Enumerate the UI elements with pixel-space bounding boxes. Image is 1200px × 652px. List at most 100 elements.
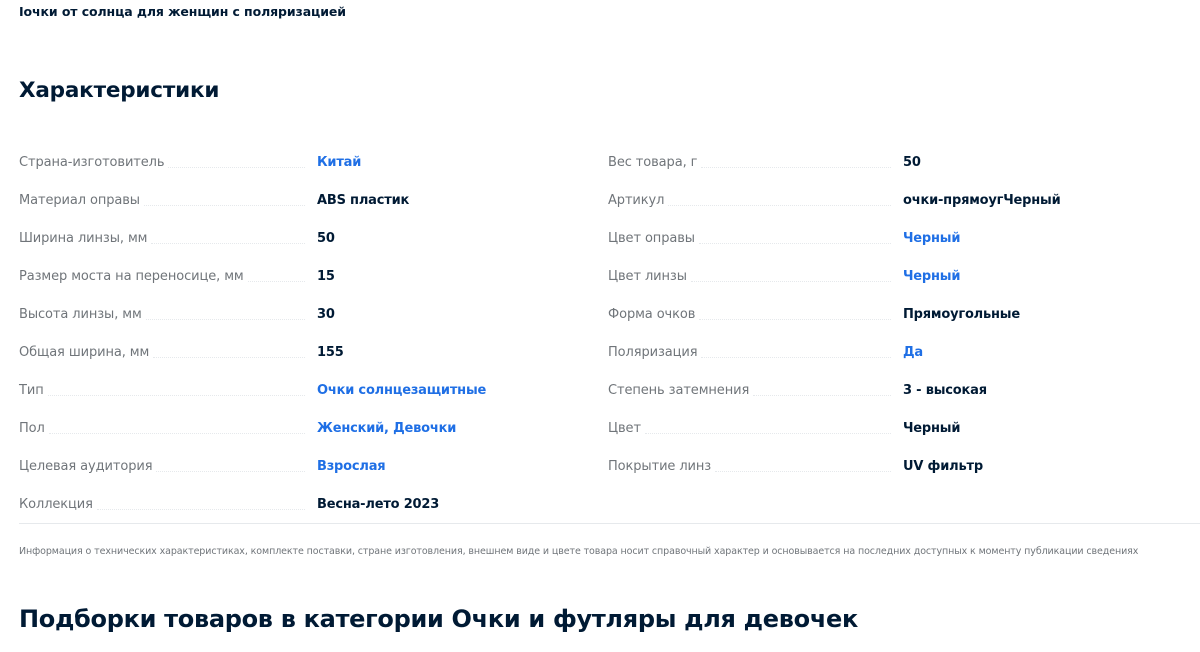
dotted-leader [701,357,891,358]
spec-value: очки-прямоугЧерный [903,193,1061,208]
spec-label: Материал оправы [19,193,140,208]
spec-row: Коллекция Весна-лето 2023 [19,475,584,513]
spec-label: Покрытие линз [608,459,712,474]
spec-row: Материал оправы ABS пластик [19,171,584,209]
spec-label: Вес товара, г [608,155,698,170]
divider [19,523,1200,524]
product-title: Iочки от солнца для женщин с поляризацие… [19,4,346,19]
spec-label: Коллекция [19,497,93,512]
spec-key: Страна-изготовитель [19,155,317,171]
spec-key: Форма очков [608,307,903,323]
spec-key: Общая ширина, мм [19,345,317,361]
spec-label: Поляризация [608,345,698,360]
characteristics-left-column: Страна-изготовитель Китай Материал оправы A… [19,133,584,513]
spec-value: ABS пластик [317,193,410,208]
characteristics-heading: Характеристики [19,78,220,103]
spec-row: Степень затемнения 3 - высокая [608,361,1200,399]
spec-value: 15 [317,269,335,284]
spec-value: 50 [903,155,921,170]
spec-row: Высота линзы, мм 30 [19,285,584,323]
spec-label: Степень затемнения [608,383,750,398]
spec-value-link[interactable]: Китай [317,155,361,171]
spec-key: Размер моста на переносице, мм [19,269,317,285]
spec-value: UV фильтр [903,459,983,474]
spec-label: Высота линзы, мм [19,307,142,322]
spec-value-link[interactable]: Черный [903,231,960,247]
dotted-leader [753,395,891,396]
spec-row: Цвет линзы Черный [608,247,1200,285]
dotted-leader [96,509,305,510]
spec-label: Целевая аудитория [19,459,153,474]
spec-value: Черный [903,421,961,436]
spec-key: Целевая аудитория [19,459,317,475]
spec-key: Покрытие линз [608,459,903,475]
dotted-leader [151,243,305,244]
spec-row: Пол Женский, Девочки [19,399,584,437]
dotted-leader [715,471,891,472]
spec-value-link[interactable]: Очки солнцезащитные [317,383,486,399]
dotted-leader [145,319,305,320]
spec-key: Артикул [608,193,903,209]
dotted-leader [143,205,305,206]
spec-row: Целевая аудитория Взрослая [19,437,584,475]
spec-key: Цвет [608,421,903,437]
spec-row: Общая ширина, мм 155 [19,323,584,361]
spec-label: Цвет оправы [608,231,695,246]
spec-key: Цвет линзы [608,269,903,285]
spec-row: Цвет оправы Черный [608,209,1200,247]
spec-key: Пол [19,421,317,437]
spec-row: Артикул очки-прямоугЧерный [608,171,1200,209]
spec-label: Тип [19,383,44,398]
spec-label: Общая ширина, мм [19,345,150,360]
dotted-leader [699,319,891,320]
spec-key: Поляризация [608,345,903,361]
spec-label: Форма очков [608,307,696,322]
spec-row: Вес товара, г 50 [608,133,1200,171]
dotted-leader [168,167,305,168]
dotted-leader [153,357,305,358]
spec-label: Цвет [608,421,641,436]
spec-row: Поляризация Да [608,323,1200,361]
spec-key: Тип [19,383,317,399]
spec-row: Ширина линзы, мм 50 [19,209,584,247]
spec-value: 3 - высокая [903,383,987,398]
spec-label: Пол [19,421,45,436]
spec-key: Цвет оправы [608,231,903,247]
dotted-leader [247,281,305,282]
spec-key: Коллекция [19,497,317,513]
spec-row: Цвет Черный [608,399,1200,437]
spec-label: Размер моста на переносице, мм [19,269,244,284]
dotted-leader [701,167,891,168]
spec-key: Материал оправы [19,193,317,209]
spec-row: Тип Очки солнцезащитные [19,361,584,399]
spec-value: Весна-лето 2023 [317,497,440,512]
spec-label: Ширина линзы, мм [19,231,148,246]
collections-heading: Подборки товаров в категории Очки и футл… [19,605,858,633]
spec-label: Страна-изготовитель [19,155,165,170]
characteristics-right-column: Вес товара, г 50 Артикул очки-прямоугЧерный… [608,133,1200,475]
spec-key: Высота линзы, мм [19,307,317,323]
dotted-leader [690,281,891,282]
spec-key: Ширина линзы, мм [19,231,317,247]
spec-row: Покрытие линз UV фильтр [608,437,1200,475]
spec-value-link[interactable]: Взрослая [317,459,386,475]
dotted-leader [698,243,891,244]
spec-value: 30 [317,307,335,322]
dotted-leader [48,433,305,434]
spec-value-link[interactable]: Женский, Девочки [317,421,456,437]
disclaimer-text: Информация о технических характеристиках… [19,546,1139,557]
spec-label: Цвет линзы [608,269,687,284]
spec-label: Артикул [608,193,665,208]
spec-key: Степень затемнения [608,383,903,399]
spec-row: Страна-изготовитель Китай [19,133,584,171]
spec-value: 50 [317,231,335,246]
spec-row: Размер моста на переносице, мм 15 [19,247,584,285]
spec-value-link[interactable]: Черный [903,269,960,285]
spec-value-link[interactable]: Да [903,345,923,361]
spec-value: 155 [317,345,344,360]
spec-row: Форма очков Прямоугольные [608,285,1200,323]
dotted-leader [668,205,891,206]
spec-value: Прямоугольные [903,307,1020,322]
dotted-leader [156,471,305,472]
dotted-leader [47,395,305,396]
